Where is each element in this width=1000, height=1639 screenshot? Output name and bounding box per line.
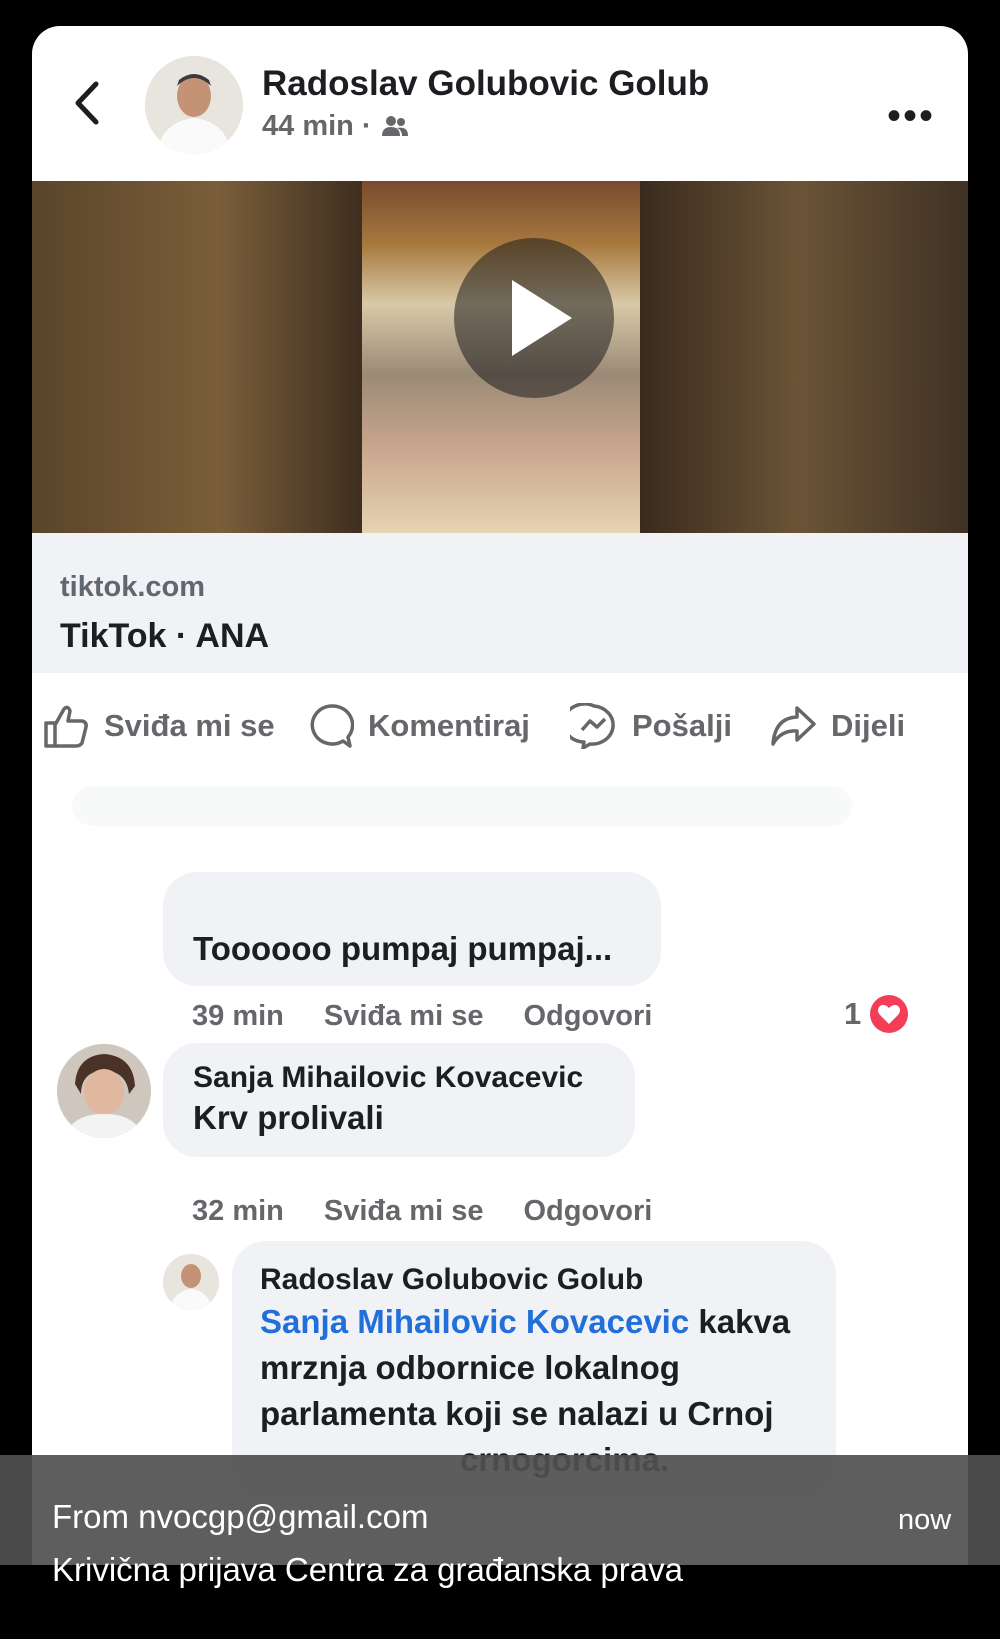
like-button[interactable]: Sviđa mi se	[42, 691, 275, 761]
comment-meta: 32 min Sviđa mi se Odgovori	[192, 1195, 652, 1228]
reply-author-avatar[interactable]	[163, 1254, 219, 1310]
post-card: Radoslav Golubovic Golub 44 min · ••• ti…	[32, 26, 968, 1639]
share-button[interactable]: Dijeli	[769, 691, 905, 761]
blurred-text	[72, 786, 852, 826]
reaction-number: 1	[844, 996, 862, 1031]
meta-separator: ·	[361, 110, 372, 142]
video-thumbnail[interactable]	[32, 181, 968, 533]
comment-item: Sanja Mihailovic Kovacevic Krv prolivali…	[32, 1041, 968, 1227]
messenger-icon	[570, 703, 615, 749]
post-time: 44 min	[262, 110, 354, 142]
reply-text-line2: mrznja odbornice lokalnog	[260, 1349, 680, 1386]
comment-item: Toooooo pumpaj pumpaj... 39 min Sviđa mi…	[32, 846, 968, 1033]
notification-time: now	[898, 1504, 952, 1536]
reply-author-name[interactable]: Radoslav Golubovic Golub	[260, 1263, 643, 1297]
like-label: Sviđa mi se	[104, 708, 275, 743]
reaction-count[interactable]: 1	[844, 994, 909, 1034]
comment-bubble: Toooooo pumpaj pumpaj...	[163, 872, 661, 986]
share-label: Dijeli	[831, 708, 906, 743]
comment-like-link[interactable]: Sviđa mi se	[324, 1000, 484, 1033]
send-label: Pošalji	[632, 708, 732, 743]
link-preview[interactable]: tiktok.com TikTok · ANA	[32, 533, 968, 673]
comment-bubble: Sanja Mihailovic Kovacevic Krv prolivali	[163, 1043, 635, 1157]
notification-subject: Krivična prijava Centra za građanska pra…	[52, 1551, 683, 1588]
send-button[interactable]: Pošalji	[570, 691, 732, 761]
comment-reply-link[interactable]: Odgovori	[523, 1195, 652, 1228]
link-domain: tiktok.com	[60, 571, 206, 603]
heart-icon	[870, 995, 909, 1033]
comment-button[interactable]: Komentiraj	[308, 691, 530, 761]
comment-time: 39 min	[192, 1000, 284, 1032]
author-avatar[interactable]	[145, 56, 243, 154]
link-title: TikTok · ANA	[60, 617, 270, 655]
reply-text-line3: parlamenta koji se nalazi u Crnoj	[260, 1395, 774, 1432]
comment-time: 32 min	[192, 1195, 284, 1227]
comment-label: Komentiraj	[368, 708, 530, 743]
thumbs-up-icon	[44, 705, 88, 748]
author-name[interactable]: Radoslav Golubovic Golub	[262, 64, 709, 104]
comment-meta: 39 min Sviđa mi se Odgovori	[192, 1000, 652, 1033]
post-header: Radoslav Golubovic Golub 44 min · •••	[32, 26, 968, 180]
comment-text: Toooooo pumpaj pumpaj...	[193, 930, 613, 967]
back-arrow-icon[interactable]	[68, 78, 108, 128]
comment-text: Krv prolivali	[193, 1099, 384, 1136]
speech-bubble-icon	[310, 704, 354, 748]
comment-like-link[interactable]: Sviđa mi se	[324, 1195, 484, 1228]
post-meta: 44 min ·	[262, 110, 410, 143]
comment-reply-link[interactable]: Odgovori	[523, 1000, 652, 1033]
play-button-icon[interactable]	[454, 238, 614, 398]
commenter-name[interactable]: Sanja Mihailovic Kovacevic	[193, 1061, 583, 1095]
friends-icon	[381, 115, 408, 136]
mention-link[interactable]: Sanja Mihailovic Kovacevic	[260, 1303, 689, 1340]
share-arrow-icon	[771, 706, 816, 746]
notification-sender: From nvocgp@gmail.com	[52, 1498, 429, 1535]
more-icon[interactable]: •••	[887, 94, 935, 139]
action-bar: Sviđa mi se Komentiraj Pošalji Dijeli	[32, 691, 968, 761]
reply-text-line1: kakva	[698, 1303, 791, 1340]
commenter-avatar[interactable]	[57, 1044, 151, 1138]
